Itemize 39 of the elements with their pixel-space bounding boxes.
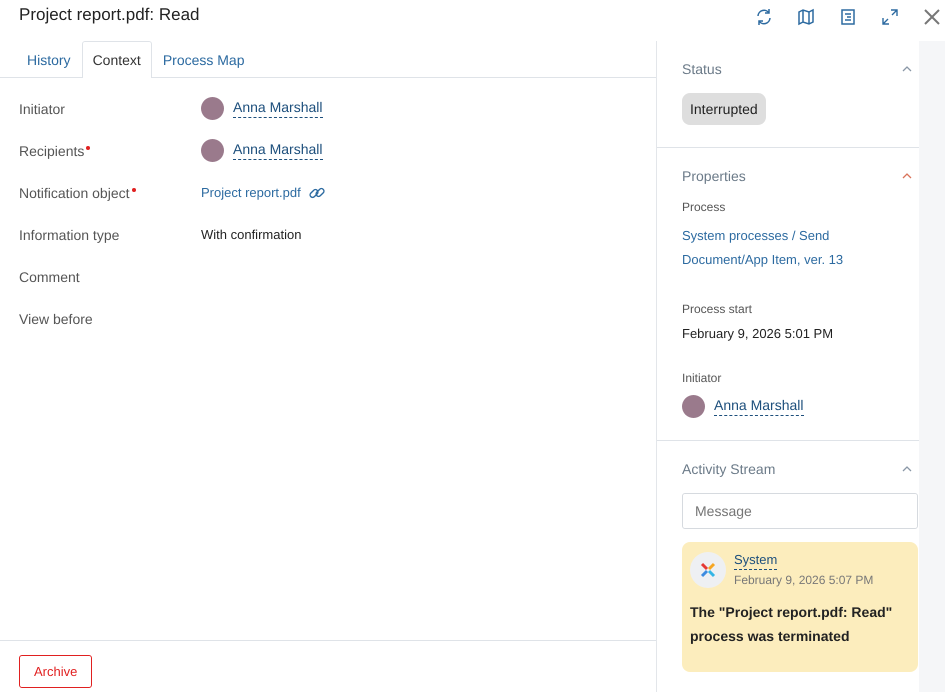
section-title: Activity Stream <box>682 461 776 477</box>
field-label: Comment <box>19 268 80 284</box>
user-link[interactable]: Anna Marshall <box>714 397 804 416</box>
activity-message: The "Project report.pdf: Read" process was terminated <box>690 603 894 646</box>
section-title: Properties <box>682 168 746 184</box>
property-value: February 9, 2026 5:01 PM <box>682 326 834 341</box>
collapse-chevron-icon[interactable] <box>901 172 913 180</box>
avatar <box>682 395 705 418</box>
window-title: Project report.pdf: Read <box>19 5 200 25</box>
tab[interactable]: Context <box>82 41 152 78</box>
property-label: Process <box>682 200 726 214</box>
status-badge: Interrupted <box>682 93 766 125</box>
archive-button[interactable]: Archive <box>19 655 92 688</box>
message-field[interactable]: Message <box>682 493 918 529</box>
user-link[interactable]: Anna Marshall <box>233 99 322 118</box>
field-label: Initiator <box>19 100 65 116</box>
avatar <box>201 139 224 162</box>
tab[interactable]: History <box>16 41 82 78</box>
field-label: Information type <box>19 226 120 242</box>
tab[interactable]: Process Map <box>152 41 256 78</box>
system-logo-icon <box>690 552 726 588</box>
field-label: Notification object <box>19 184 130 200</box>
field-value: With confirmation <box>201 227 302 242</box>
map-icon[interactable] <box>796 7 816 27</box>
close-icon[interactable] <box>922 7 942 27</box>
property-label: Process start <box>682 302 754 316</box>
field-label: View before <box>19 310 93 326</box>
field-label: Recipients <box>19 142 84 158</box>
property-label: Initiator <box>682 371 722 385</box>
timestamp: February 9, 2026 5:07 PM <box>734 573 874 587</box>
file-link[interactable]: Project report.pdf <box>201 185 301 200</box>
expand-icon[interactable] <box>880 7 900 27</box>
avatar <box>201 97 224 120</box>
collapse-chevron-icon[interactable] <box>901 65 913 73</box>
user-link[interactable]: Anna Marshall <box>233 141 322 160</box>
process-link[interactable]: System processes / Send Document/App Item, ver. 13 <box>682 224 857 272</box>
section-title: Status <box>682 61 722 77</box>
author-link[interactable]: System <box>734 552 778 570</box>
collapse-chevron-icon[interactable] <box>901 465 913 473</box>
